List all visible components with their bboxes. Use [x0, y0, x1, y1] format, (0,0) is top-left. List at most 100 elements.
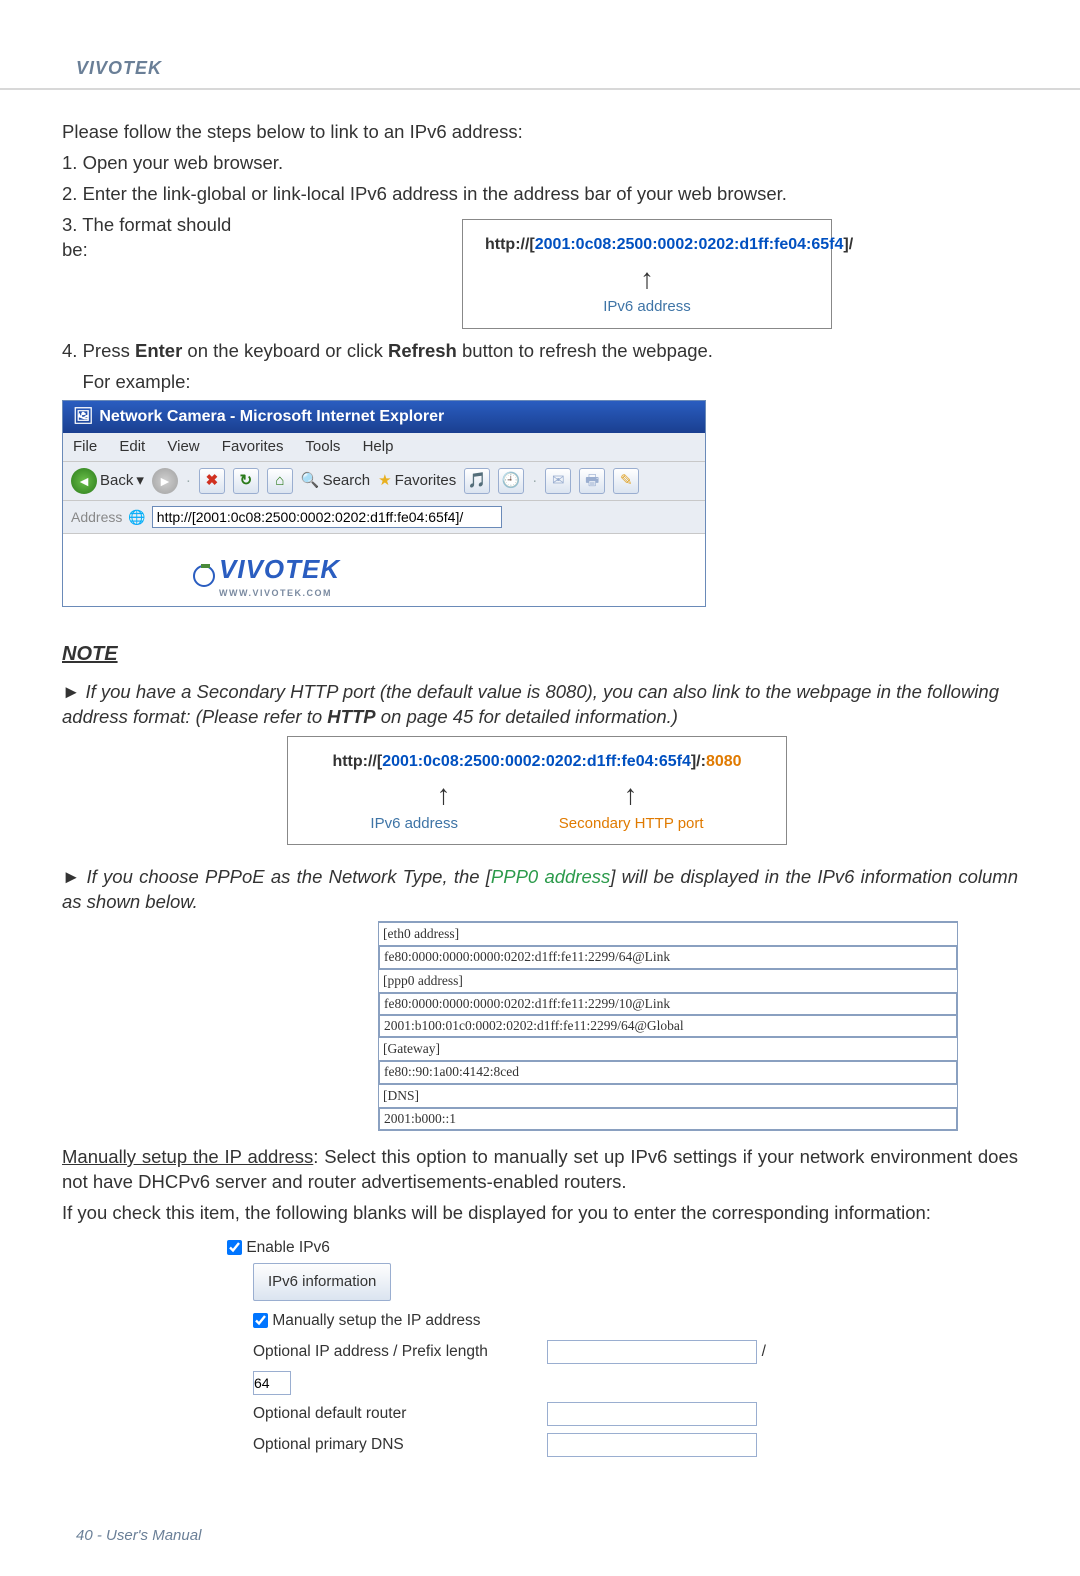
url-format-box-2: http://[2001:0c08:2500:0002:0202:d1ff:fe… — [287, 736, 787, 846]
row-gateway-val: fe80::90:1a00:4142:8ced — [379, 1061, 957, 1083]
step4-c: button to refresh the webpage. — [457, 340, 713, 361]
ie-title-text: Network Camera - Microsoft Internet Expl… — [99, 406, 444, 428]
url-suffix: ]/ — [843, 236, 853, 253]
favorites-label: Favorites — [395, 471, 457, 491]
manual-para-2: If you check this item, the following bl… — [62, 1201, 1018, 1226]
secondary-port-label: Secondary HTTP port — [559, 814, 704, 834]
toolbar-sep-2: · — [532, 471, 537, 491]
manual-para-1: Manually setup the IP address: Select th… — [62, 1145, 1018, 1195]
menu-file[interactable]: File — [73, 438, 97, 455]
home-button[interactable]: ⌂ — [267, 468, 293, 494]
ipv6-information-button[interactable]: IPv6 information — [253, 1263, 391, 1301]
enable-ipv6-row: Enable IPv6 — [227, 1232, 787, 1263]
url-format-line-2: http://[2001:0c08:2500:0002:0202:d1ff:fe… — [310, 751, 764, 773]
edit-icon: ✎ — [620, 471, 633, 491]
vivotek-logo: VIVOTEK WWW.VIVOTEK.COM — [193, 552, 340, 599]
stop-icon: ✖ — [206, 471, 219, 491]
url-prefix: http://[ — [485, 236, 535, 253]
row-dns-hdr: [DNS] — [379, 1084, 957, 1108]
ie-window: 🖼 Network Camera - Microsoft Internet Ex… — [62, 400, 706, 606]
url-format-line-1: http://[2001:0c08:2500:0002:0202:d1ff:fe… — [485, 234, 809, 256]
arrow-up-1: ↑ — [485, 260, 809, 298]
opt-ip-row: Optional IP address / Prefix length / — [253, 1336, 787, 1398]
url2-port: 8080 — [706, 753, 742, 770]
stop-button[interactable]: ✖ — [199, 468, 225, 494]
manual-head: Manually setup the IP address — [62, 1146, 313, 1167]
row-eth0-hdr: [eth0 address] — [379, 922, 957, 946]
back-dropdown-icon: ▾ — [136, 471, 144, 491]
ie-toolbar: ◄ Back ▾ ► · ✖ ↻ ⌂ 🔍 Search ★ Favorites … — [63, 462, 705, 501]
logo-subtext: WWW.VIVOTEK.COM — [219, 587, 340, 599]
media-button[interactable]: 🎵 — [464, 468, 490, 494]
search-label: Search — [323, 471, 371, 491]
menu-edit[interactable]: Edit — [119, 438, 145, 455]
url2-prefix: http://[ — [332, 753, 382, 770]
url2-suffix: ]/: — [691, 753, 706, 770]
edit-button[interactable]: ✎ — [613, 468, 639, 494]
ipv6-addr-label-1: IPv6 address — [485, 297, 809, 317]
refresh-bold: Refresh — [388, 340, 457, 361]
back-label: Back — [100, 471, 133, 491]
step4-a: 4. Press — [62, 340, 135, 361]
ipv6-info-table: [eth0 address] fe80:0000:0000:0000:0202:… — [378, 921, 958, 1131]
opt-router-input[interactable] — [547, 1402, 757, 1426]
mail-button[interactable]: ✉ — [545, 468, 571, 494]
opt-ip-label: Optional IP address / Prefix length — [253, 1336, 543, 1367]
ppp0-link: PPP0 address — [491, 866, 610, 887]
row-ppp0-hdr: [ppp0 address] — [379, 969, 957, 993]
back-button[interactable]: ◄ Back ▾ — [71, 468, 144, 494]
note-heading: NOTE — [62, 641, 118, 668]
search-button[interactable]: 🔍 Search — [301, 471, 370, 491]
manual-setup-label: Manually setup the IP address — [272, 1312, 480, 1329]
opt-router-label: Optional default router — [253, 1398, 543, 1429]
address-input[interactable] — [152, 506, 502, 528]
opt-ip-input[interactable] — [547, 1340, 757, 1364]
print-button[interactable]: 🖶 — [579, 468, 605, 494]
enable-ipv6-label: Enable IPv6 — [246, 1239, 330, 1256]
search-icon: 🔍 — [301, 471, 320, 491]
manual-setup-checkbox[interactable] — [253, 1313, 268, 1328]
home-icon: ⌂ — [275, 471, 284, 491]
intro-lead: Please follow the steps below to link to… — [62, 120, 1018, 145]
forward-button[interactable]: ► — [152, 468, 178, 494]
prefix-length-input[interactable] — [253, 1371, 291, 1395]
menu-favorites[interactable]: Favorites — [222, 438, 284, 455]
ipv6-addr-label-2: IPv6 address — [370, 814, 458, 834]
for-example: For example: — [62, 370, 1018, 395]
row-ppp0-global: 2001:b100:01c0:0002:0202:d1ff:fe11:2299/… — [379, 1015, 957, 1037]
step4-b: on the keyboard or click — [182, 340, 388, 361]
enable-ipv6-checkbox[interactable] — [227, 1240, 242, 1255]
slash-sep: / — [762, 1343, 766, 1360]
note2-a: ► If you choose PPPoE as the Network Typ… — [62, 866, 491, 887]
page-header: VIVOTEK — [0, 0, 1080, 90]
step-4: 4. Press Enter on the keyboard or click … — [62, 339, 1018, 364]
history-button[interactable]: 🕘 — [498, 468, 524, 494]
favorites-button[interactable]: ★ Favorites — [378, 471, 456, 491]
logo-text: VIVOTEK — [219, 554, 340, 584]
settings-indent: IPv6 information Manually setup the IP a… — [227, 1263, 787, 1460]
label-row-2: IPv6 address Secondary HTTP port — [310, 814, 764, 834]
manual-setup-row: Manually setup the IP address — [253, 1305, 787, 1336]
history-icon: 🕘 — [502, 471, 521, 491]
menu-view[interactable]: View — [167, 438, 199, 455]
note-1: ► If you have a Secondary HTTP port (the… — [62, 680, 1018, 730]
arrow-up-2a: ↑ — [437, 776, 451, 814]
ipv6-settings-form: Enable IPv6 IPv6 information Manually se… — [227, 1232, 787, 1460]
row-gateway-hdr: [Gateway] — [379, 1037, 957, 1061]
ie-menubar[interactable]: File Edit View Favorites Tools Help — [63, 433, 705, 462]
arrow-up-2b: ↑ — [624, 776, 638, 814]
opt-dns-input[interactable] — [547, 1433, 757, 1457]
note1-http: HTTP — [327, 706, 375, 727]
ie-app-icon: 🖼 — [73, 406, 93, 428]
mail-icon: ✉ — [552, 471, 565, 491]
step-3: 3. The format should be: — [62, 213, 262, 263]
ie-address-bar: Address 🌐 — [63, 501, 705, 534]
url2-ipv6: 2001:0c08:2500:0002:0202:d1ff:fe04:65f4 — [382, 753, 691, 770]
refresh-button[interactable]: ↻ — [233, 468, 259, 494]
refresh-icon: ↻ — [240, 471, 253, 491]
menu-tools[interactable]: Tools — [305, 438, 340, 455]
menu-help[interactable]: Help — [363, 438, 394, 455]
ie-titlebar: 🖼 Network Camera - Microsoft Internet Ex… — [63, 401, 705, 433]
logo-circle-icon — [193, 565, 215, 587]
print-icon: 🖶 — [585, 471, 599, 491]
